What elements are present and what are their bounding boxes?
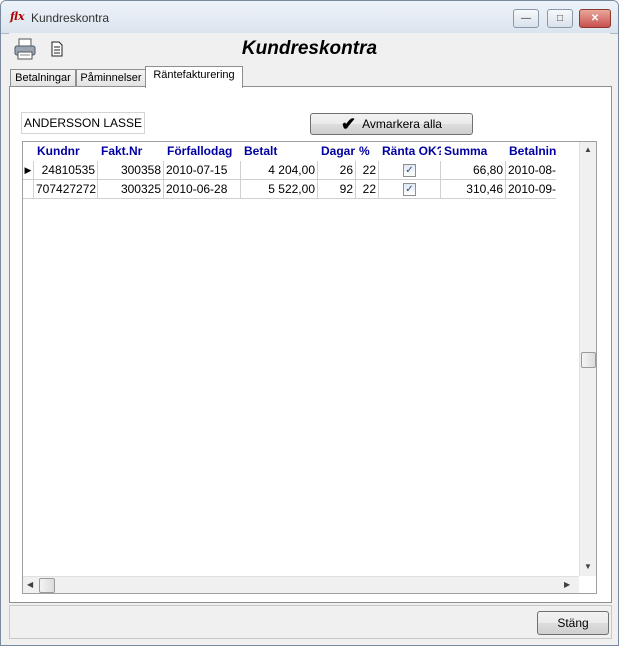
grid-header: Kundnr Fakt.Nr Förfallodag Betalt Dagar … — [23, 142, 556, 161]
main-window: flx Kundreskontra — □ ✕ Kundreskontra Be… — [0, 0, 619, 646]
cell-summa: 66,80 — [441, 161, 506, 180]
deselect-all-button[interactable]: ✔ Avmarkera alla — [310, 113, 473, 135]
ranta-ok-checkbox[interactable]: ✓ — [403, 164, 416, 177]
cell-procent: 22 — [356, 180, 379, 199]
cell-faktnr: 300358 — [98, 161, 164, 180]
close-button[interactable]: Stäng — [537, 611, 609, 635]
table-row[interactable]: ▶ 24810535 300358 2010-07-15 4 204,00 26… — [23, 161, 556, 180]
cell-dagar: 26 — [318, 161, 356, 180]
cell-kundnr: 707427272 — [34, 180, 98, 199]
toolbar: Kundreskontra — [9, 33, 610, 65]
cell-procent: 22 — [356, 161, 379, 180]
cell-ranta-ok: ✓ — [379, 161, 441, 180]
cell-dagar: 92 — [318, 180, 356, 199]
minimize-button[interactable]: — — [513, 9, 539, 28]
table-row[interactable]: 707427272 300325 2010-06-28 5 522,00 92 … — [23, 180, 556, 199]
customer-name-field: ANDERSSON LASSE — [21, 112, 145, 134]
horizontal-scrollbar[interactable]: ◀ ▶ — [23, 576, 579, 593]
minimize-icon: — — [521, 13, 531, 24]
cell-betalt: 4 204,00 — [241, 161, 318, 180]
tab-rantefakturering[interactable]: Räntefakturering — [145, 66, 243, 88]
checkbox-check-icon: ✓ — [405, 184, 414, 195]
cell-forfallodag: 2010-07-15 — [164, 161, 241, 180]
cell-betalningsdatum: 2010-09-27 14 — [506, 180, 556, 199]
checkbox-check-icon: ✓ — [405, 165, 414, 176]
vertical-scrollbar[interactable]: ▲ ▼ — [579, 142, 596, 576]
deselect-all-label: Avmarkera alla — [362, 117, 442, 131]
bottom-bar: Stäng — [9, 605, 612, 639]
checkmark-icon: ✔ — [341, 114, 357, 134]
maximize-button[interactable]: □ — [547, 9, 573, 28]
ranta-ok-checkbox[interactable]: ✓ — [403, 183, 416, 196]
cell-summa: 310,46 — [441, 180, 506, 199]
horizontal-scroll-thumb[interactable] — [39, 578, 55, 593]
vertical-scroll-thumb[interactable] — [581, 352, 596, 368]
close-icon: ✕ — [590, 13, 600, 24]
window-title: Kundreskontra — [31, 11, 110, 25]
row-indicator-header — [23, 142, 34, 161]
cell-betalningsdatum: 2010-08-10 09 — [506, 161, 556, 180]
column-header-summa[interactable]: Summa — [441, 142, 506, 161]
cell-kundnr: 24810535 — [34, 161, 98, 180]
scroll-left-arrow-icon[interactable]: ◀ — [27, 580, 33, 589]
app-logo-icon: flx — [10, 10, 25, 23]
print-button[interactable] — [12, 37, 38, 61]
cell-ranta-ok: ✓ — [379, 180, 441, 199]
column-header-procent[interactable]: % — [356, 142, 379, 161]
close-window-button[interactable]: ✕ — [579, 9, 611, 28]
cell-betalt: 5 522,00 — [241, 180, 318, 199]
column-header-faktnr[interactable]: Fakt.Nr — [98, 142, 164, 161]
scroll-down-arrow-icon[interactable]: ▼ — [584, 562, 592, 571]
maximize-icon: □ — [556, 13, 564, 24]
row-indicator — [23, 180, 34, 199]
scroll-up-arrow-icon[interactable]: ▲ — [584, 145, 592, 154]
cell-forfallodag: 2010-06-28 — [164, 180, 241, 199]
scroll-right-arrow-icon[interactable]: ▶ — [564, 580, 570, 589]
column-header-betalningsdatum[interactable]: Betalningsdatum — [506, 142, 556, 161]
page-title: Kundreskontra — [241, 38, 378, 59]
tab-paminnelser[interactable]: Påminnelser — [76, 69, 146, 87]
tab-betalningar[interactable]: Betalningar — [10, 69, 76, 87]
tab-panel: ANDERSSON LASSE ✔ Avmarkera alla Kundnr … — [9, 86, 612, 603]
invoice-grid: Kundnr Fakt.Nr Förfallodag Betalt Dagar … — [22, 141, 597, 594]
document-button[interactable] — [44, 37, 70, 61]
printer-icon — [14, 38, 36, 60]
cell-faktnr: 300325 — [98, 180, 164, 199]
column-header-ranta-ok[interactable]: Ränta OK? — [379, 142, 441, 161]
current-row-arrow-icon: ▶ — [23, 161, 34, 180]
document-icon — [51, 41, 63, 57]
title-bar[interactable]: flx Kundreskontra — □ ✕ — [1, 1, 618, 34]
column-header-betalt[interactable]: Betalt — [241, 142, 318, 161]
column-header-dagar[interactable]: Dagar — [318, 142, 356, 161]
column-header-forfallodag[interactable]: Förfallodag — [164, 142, 241, 161]
column-header-kundnr[interactable]: Kundnr — [34, 142, 98, 161]
